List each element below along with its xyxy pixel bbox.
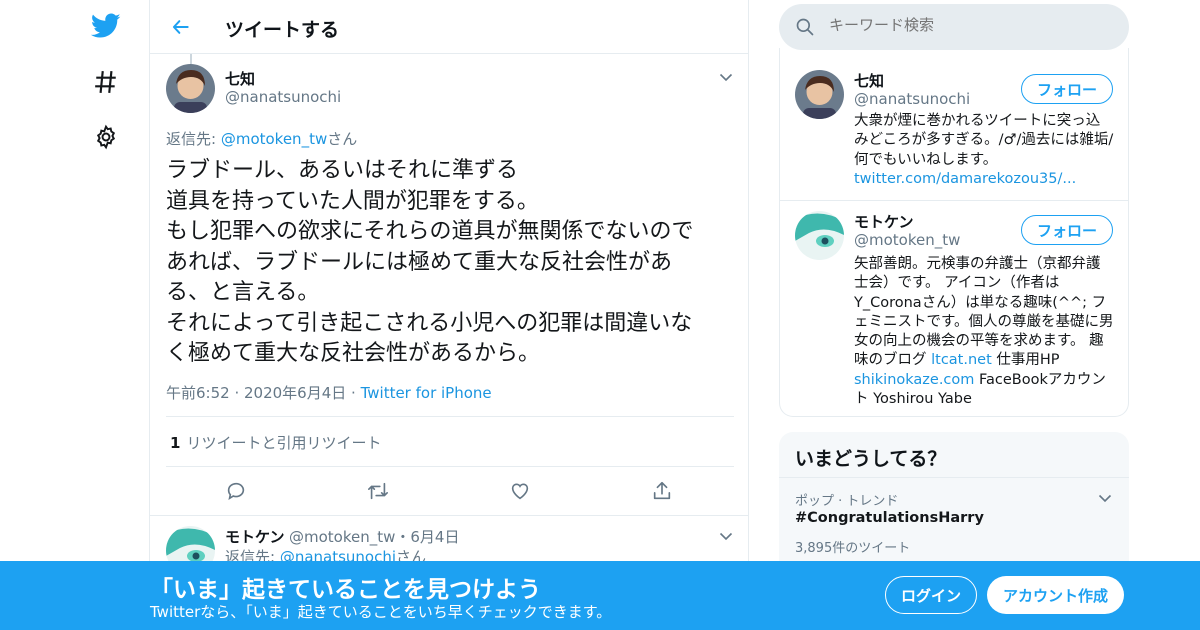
back-arrow-icon[interactable] bbox=[168, 14, 194, 40]
share-icon[interactable] bbox=[650, 479, 674, 503]
user-handle[interactable]: @motoken_tw bbox=[854, 231, 960, 249]
user-bio-link[interactable]: shikinokaze.com bbox=[854, 372, 974, 388]
banner-subtitle: Twitterなら、「いま」起きていることをいち早くチェックできます。 bbox=[150, 603, 612, 621]
trend-category: ポップ · トレンド bbox=[795, 494, 899, 509]
retweet-stats[interactable]: 1 リツイートと引用リツイート bbox=[170, 432, 381, 453]
thread-line bbox=[190, 54, 192, 64]
user-bio-link[interactable]: ltcat.net bbox=[931, 352, 992, 368]
reply-author-handle[interactable]: @motoken_tw・6月4日 bbox=[289, 526, 459, 547]
gear-icon[interactable] bbox=[90, 121, 122, 153]
banner-title: 「いま」起きていることを見つけよう bbox=[150, 577, 541, 603]
tweet-text: ラブドール、あるいはそれに準ずる 道具を持っていた人間が犯罪をする。 もし犯罪へ… bbox=[166, 158, 694, 366]
follow-button[interactable]: フォロー bbox=[1021, 74, 1113, 104]
tweet-date[interactable]: 2020年6月4日 bbox=[244, 384, 346, 402]
author-name[interactable]: 七知 bbox=[225, 68, 255, 89]
author-handle[interactable]: @nanatsunochi bbox=[225, 88, 341, 106]
reply-suffix: さん bbox=[327, 130, 358, 148]
avatar[interactable] bbox=[795, 211, 844, 260]
reply-author-name[interactable]: モトケン bbox=[225, 526, 285, 547]
trend-name[interactable]: #CongratulationsHarry bbox=[795, 510, 984, 526]
twitter-bird-icon[interactable] bbox=[90, 10, 122, 42]
meta-dot: · bbox=[346, 384, 361, 402]
chevron-down-icon[interactable] bbox=[718, 528, 734, 544]
user-handle[interactable]: @nanatsunochi bbox=[854, 90, 970, 108]
reply-prefix: 返信先: bbox=[166, 130, 221, 148]
chevron-down-icon[interactable] bbox=[718, 69, 734, 85]
trend-count: 3,895件のツイート bbox=[795, 541, 911, 556]
follow-button[interactable]: フォロー bbox=[1021, 215, 1113, 245]
tweet-meta: 午前6:52 · 2020年6月4日 · Twitter for iPhone bbox=[166, 382, 492, 403]
search-box[interactable] bbox=[779, 4, 1129, 50]
user-bio: 矢部善朗。元検事の弁護士（京都弁護士会）です。 アイコン（作者は Y_Coron… bbox=[854, 255, 1114, 409]
signup-button[interactable]: アカウント作成 bbox=[987, 576, 1124, 614]
trends-title: いまどうしてる？ bbox=[795, 448, 947, 470]
user-name[interactable]: モトケン bbox=[854, 211, 914, 232]
user-name[interactable]: 七知 bbox=[854, 70, 884, 91]
left-nav bbox=[70, 0, 150, 630]
user-card: 七知 @nanatsunochi フォロー 大衆が煙に巻かれるツイートに突っ込み… bbox=[780, 48, 1128, 200]
divider bbox=[779, 477, 1129, 478]
reply-handle-link[interactable]: @motoken_tw bbox=[221, 130, 327, 148]
login-button[interactable]: ログイン bbox=[885, 576, 977, 614]
page-title: ツイートする bbox=[225, 19, 340, 41]
avatar[interactable] bbox=[795, 70, 844, 119]
user-bio-text: 仕事用HP bbox=[991, 352, 1060, 369]
meta-dot: · bbox=[229, 384, 244, 402]
search-icon bbox=[795, 17, 815, 37]
main-column: ツイートする 七知 @nanatsunochi 返信先: @motoken_tw… bbox=[149, 0, 749, 630]
retweet-icon[interactable] bbox=[366, 479, 390, 503]
divider bbox=[166, 466, 734, 467]
chevron-down-icon[interactable] bbox=[1097, 490, 1113, 506]
user-bio: 大衆が煙に巻かれるツイートに突っ込みどころが多すぎる。/♂/過去には雑垢/何でも… bbox=[854, 112, 1114, 189]
divider bbox=[150, 515, 748, 516]
related-users-card: 七知 @nanatsunochi フォロー 大衆が煙に巻かれるツイートに突っ込み… bbox=[779, 48, 1129, 417]
reply-to: 返信先: @motoken_twさん bbox=[166, 128, 357, 149]
tweet-source[interactable]: Twitter for iPhone bbox=[361, 384, 492, 402]
avatar[interactable] bbox=[166, 64, 215, 113]
user-bio-link[interactable]: twitter.com/damarekozou35/... bbox=[854, 171, 1076, 187]
retweet-label: リツイートと引用リツイート bbox=[186, 434, 382, 452]
hashtag-icon[interactable] bbox=[90, 66, 122, 98]
user-card: モトケン @motoken_tw フォロー 矢部善朗。元検事の弁護士（京都弁護士… bbox=[780, 201, 1128, 416]
search-input[interactable] bbox=[829, 16, 1109, 34]
tweet-time[interactable]: 午前6:52 bbox=[166, 384, 230, 402]
signup-banner: 「いま」起きていることを見つけよう Twitterなら、「いま」起きていることを… bbox=[0, 561, 1200, 630]
heart-icon[interactable] bbox=[508, 479, 532, 503]
divider bbox=[166, 416, 734, 417]
user-bio-text: 大衆が煙に巻かれるツイートに突っ込みどころが多すぎる。/♂/過去には雑垢/何でも… bbox=[854, 113, 1114, 168]
retweet-count: 1 bbox=[170, 434, 181, 452]
reply-icon[interactable] bbox=[224, 479, 248, 503]
header: ツイートする bbox=[150, 0, 748, 54]
